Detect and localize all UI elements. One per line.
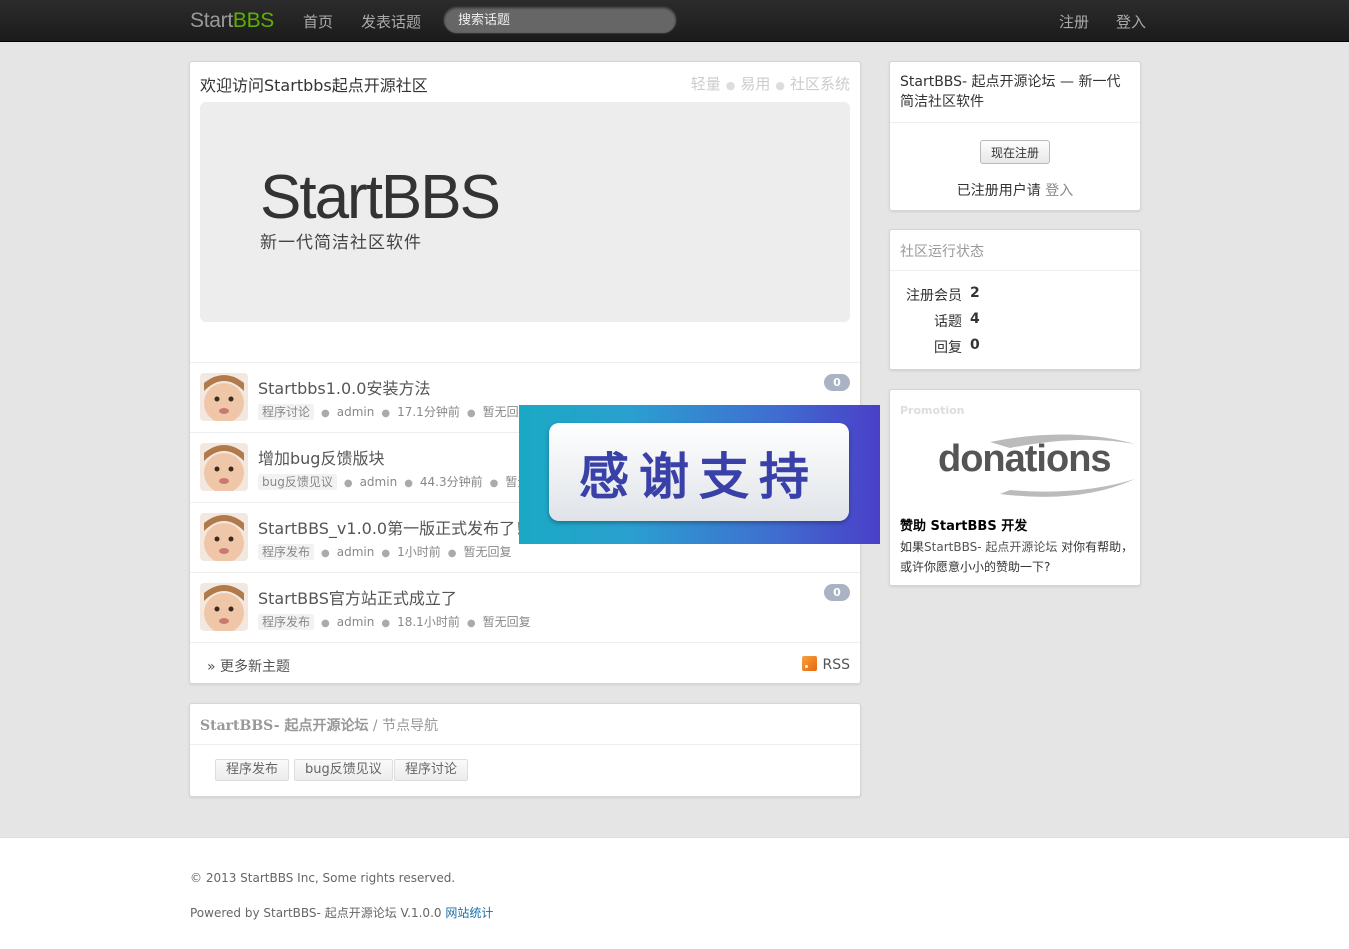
node-button[interactable]: 程序发布	[215, 759, 290, 781]
topic-node-tag[interactable]: 程序发布	[258, 614, 315, 630]
topic-time: 44.3分钟前	[419, 475, 483, 489]
promotion-title: 赞助 StartBBS 开发	[900, 519, 1028, 534]
avatar[interactable]	[200, 513, 248, 561]
list-item: StartBBS官方站正式成立了 程序发布 ● admin ● 18.1小时前 ● 暂无回复…	[190, 572, 860, 642]
login-prompt: 已注册用户请 登入	[890, 180, 1140, 200]
topic-reply: 暂无回复	[482, 615, 531, 629]
node-nav-site: StartBBS- 起点开源论坛	[200, 718, 369, 734]
stats-title: 社区运行状态	[890, 230, 1140, 271]
brand-bbs: BBS	[232, 9, 274, 32]
tagline: 轻量 ● 易用 ● 社区系统	[690, 75, 850, 93]
avatar[interactable]	[200, 583, 248, 631]
brand-logo[interactable]: StartBBS	[190, 9, 274, 33]
top-navbar: StartBBS 首页 发表话题 注册 登入	[0, 0, 1349, 42]
node-nav-header: StartBBS- 起点开源论坛 / 节点导航	[190, 704, 860, 745]
promo-site-link[interactable]: StartBBS- 起点开源论坛	[924, 540, 1057, 554]
powered-text: Powered by StartBBS- 起点开源论坛 V.1.0.0	[190, 906, 446, 920]
donations-logo[interactable]: donations	[938, 438, 1112, 481]
copyright: © 2013 StartBBS Inc, Some rights reserve…	[190, 871, 456, 885]
node-nav-title: / 节点导航	[368, 718, 439, 734]
topic-author[interactable]: admin	[360, 475, 398, 489]
promotion-text: 如果StartBBS- 起点开源论坛 对你有帮助，或许你愿意小小的赞助一下?	[900, 537, 1136, 577]
promo-text-part: 如果	[900, 540, 925, 554]
topic-time: 1小时前	[397, 545, 441, 559]
promotion-heading: Promotion	[900, 404, 965, 417]
login-prefix: 已注册用户请	[956, 183, 1046, 199]
site-stats-link[interactable]: 网站统计	[445, 906, 493, 920]
stat-value: 2	[970, 285, 980, 301]
site-intro: StartBBS- 起点开源论坛 — 新一代简洁社区软件	[900, 74, 1121, 110]
topic-author[interactable]: admin	[337, 405, 375, 419]
main-panel: 欢迎访问Startbbs起点开源社区 轻量 ● 易用 ● 社区系统 StartBBS 新…	[189, 61, 861, 684]
topic-meta: 程序讨论 ● admin ● 17.1分钟前 ● 暂无回复	[258, 403, 531, 420]
sidebar-stats-panel: 社区运行状态 注册会员 2 话题 4 回复 0	[889, 229, 1141, 370]
nav-home[interactable]: 首页	[303, 11, 333, 32]
divider	[890, 122, 1140, 123]
topic-time: 17.1分钟前	[397, 405, 460, 419]
topic-title[interactable]: 增加bug反馈版块	[258, 445, 384, 469]
tagline-item: 社区系统	[789, 75, 850, 93]
topic-node-tag[interactable]: bug反馈见议	[258, 474, 337, 490]
topic-author[interactable]: admin	[337, 545, 375, 559]
topic-title[interactable]: Startbbs1.0.0安装方法	[258, 375, 430, 399]
search-input[interactable]	[443, 6, 677, 34]
hero-banner: StartBBS 新一代简洁社区软件	[200, 102, 850, 322]
topic-author[interactable]: admin	[337, 615, 375, 629]
reply-count-badge[interactable]: 0	[824, 584, 850, 601]
sidebar-promotion-panel: Promotion donations 赞助 StartBBS 开发 如果Sta…	[889, 389, 1141, 586]
topic-node-tag[interactable]: 程序讨论	[258, 404, 315, 420]
welcome-title: 欢迎访问Startbbs起点开源社区	[200, 76, 428, 95]
node-navigation-panel: StartBBS- 起点开源论坛 / 节点导航 程序发布 bug反馈见议 程序讨…	[189, 703, 861, 797]
nav-login[interactable]: 登入	[1116, 11, 1146, 32]
node-button[interactable]: bug反馈见议	[294, 759, 393, 781]
stat-value: 0	[970, 337, 980, 353]
avatar[interactable]	[200, 443, 248, 491]
rss-icon	[802, 656, 818, 671]
stat-label: 话题	[934, 314, 962, 330]
nav-register[interactable]: 注册	[1059, 11, 1089, 32]
tagline-item: 易用	[740, 75, 771, 93]
thanks-overlay-banner[interactable]: 感谢支持	[519, 405, 880, 544]
topic-meta: bug反馈见议●admin●44.3分钟前●暂无回复	[258, 473, 553, 490]
reply-count-badge[interactable]: 0	[824, 374, 850, 391]
topic-title[interactable]: StartBBS官方站正式成立了	[258, 585, 457, 609]
topic-time: 18.1小时前	[397, 615, 460, 629]
overlay-text: 感谢支持	[579, 448, 819, 506]
rss-label: RSS	[822, 657, 850, 673]
topic-reply: 暂无回复	[463, 545, 512, 559]
overlay-inner: 感谢支持	[549, 423, 849, 521]
page-footer: © 2013 StartBBS Inc, Some rights reserve…	[0, 837, 1349, 949]
sidebar-register-panel: StartBBS- 起点开源论坛 — 新一代简洁社区软件 现在注册 已注册用户请…	[889, 61, 1141, 211]
hero-title: StartBBS	[260, 163, 501, 232]
topic-node-tag[interactable]: 程序发布	[258, 544, 315, 560]
rss-link[interactable]: RSS	[802, 656, 850, 673]
topic-meta: 程序发布 ● admin ● 18.1小时前 ● 暂无回复	[258, 613, 531, 630]
topic-title[interactable]: StartBBS_v1.0.0第一版正式发布了！	[258, 515, 531, 539]
powered-by: Powered by StartBBS- 起点开源论坛 V.1.0.0 网站统计	[190, 904, 493, 921]
topic-list-footer: » 更多新主题 RSS	[190, 642, 860, 683]
node-button[interactable]: 程序讨论	[394, 759, 469, 781]
register-now-button[interactable]: 现在注册	[980, 140, 1050, 164]
stat-label: 注册会员	[906, 288, 962, 304]
more-topics-link[interactable]: » 更多新主题	[207, 656, 290, 676]
avatar[interactable]	[200, 373, 248, 421]
stat-label: 回复	[934, 340, 962, 356]
topic-meta: 程序发布 ● admin ● 1小时前 ● 暂无回复	[258, 543, 511, 560]
tagline-item: 轻量	[690, 75, 721, 93]
nav-new-topic[interactable]: 发表话题	[361, 11, 421, 32]
brand-start: Start	[190, 9, 233, 32]
stat-value: 4	[970, 311, 980, 327]
hero-subtitle: 新一代简洁社区软件	[260, 233, 422, 253]
sidebar-login-link[interactable]: 登入	[1045, 183, 1073, 199]
